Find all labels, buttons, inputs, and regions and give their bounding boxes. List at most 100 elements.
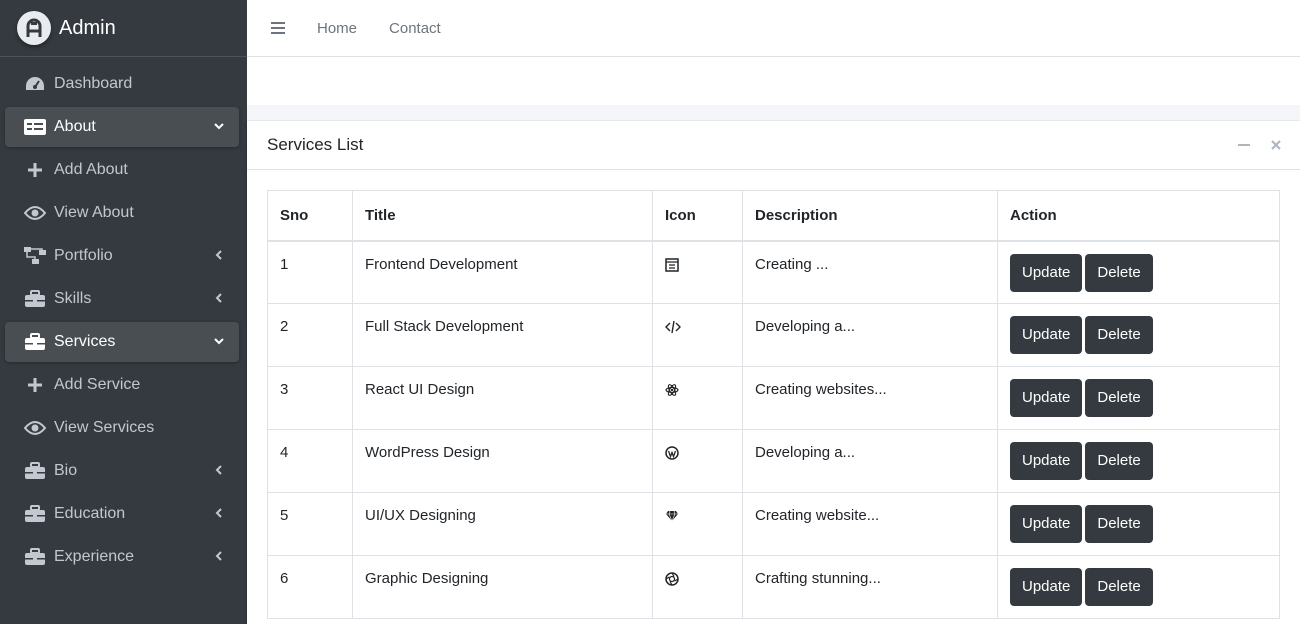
column-header-icon: Icon [652, 190, 743, 242]
cell-sno: 1 [267, 240, 353, 304]
table-row: 1 Frontend Development Creating ... Upda… [267, 240, 1280, 304]
nav-link-home[interactable]: Home [317, 20, 357, 37]
cell-action: Update Delete [997, 555, 1280, 619]
cell-description: Developing a... [742, 303, 998, 367]
sidebar-item-label: Add About [54, 161, 128, 178]
cell-description: Creating websites... [742, 366, 998, 430]
sidebar-item-add-service[interactable]: Add Service [5, 365, 239, 405]
sidebar: Admin Dashboard About Add About View Abo… [0, 0, 247, 624]
sidebar-item-portfolio[interactable]: Portfolio [5, 236, 239, 276]
sidebar-item-about[interactable]: About [5, 107, 239, 147]
sidebar-item-label: Portfolio [54, 247, 113, 264]
sidebar-item-bio[interactable]: Bio [5, 451, 239, 491]
sidebar-item-services[interactable]: Services [5, 322, 239, 362]
menu-toggle-icon[interactable] [271, 22, 285, 34]
sitemap-icon [23, 246, 47, 266]
react-atom-icon [665, 383, 679, 397]
sidebar-item-view-about[interactable]: View About [5, 193, 239, 233]
cell-icon [652, 429, 743, 493]
aperture-icon [665, 572, 679, 586]
brand-logo [17, 11, 51, 45]
delete-button[interactable]: Delete [1085, 505, 1153, 543]
table-row: 3 React UI Design Creating websites... U… [267, 366, 1280, 430]
sidebar-item-label: Bio [54, 462, 78, 479]
sidebar-item-label: Education [54, 505, 126, 522]
plus-icon [23, 160, 47, 180]
sidebar-item-skills[interactable]: Skills [5, 279, 239, 319]
cell-sno: 4 [267, 429, 353, 493]
code-icon [665, 320, 681, 334]
table-header-row: Sno Title Icon Description Action [267, 190, 1280, 242]
close-icon[interactable] [1270, 139, 1282, 151]
card-title: Services List [267, 135, 364, 154]
briefcase-icon [23, 504, 47, 524]
update-button[interactable]: Update [1010, 442, 1083, 480]
table-row: 6 Graphic Designing Crafting stunning...… [267, 555, 1280, 619]
update-button[interactable]: Update [1010, 505, 1083, 543]
services-card: Services List Sno Title Icon Description… [247, 121, 1300, 624]
cell-title: UI/UX Designing [352, 492, 653, 556]
delete-button[interactable]: Delete [1085, 568, 1153, 606]
sidebar-item-label: View Services [54, 419, 155, 436]
sidebar-item-add-about[interactable]: Add About [5, 150, 239, 190]
collapse-icon[interactable] [1238, 139, 1250, 151]
update-button[interactable]: Update [1010, 253, 1083, 292]
brand-link[interactable]: Admin [0, 0, 247, 57]
table-row: 5 UI/UX Designing Creating website... Up… [267, 492, 1280, 556]
cell-sno: 2 [267, 303, 353, 367]
table-row: 2 Full Stack Development Developing a...… [267, 303, 1280, 367]
eye-icon [23, 418, 47, 438]
sidebar-item-label: About [54, 118, 96, 135]
brand-name: Admin [59, 16, 116, 39]
sidebar-item-label: Services [54, 333, 116, 350]
cell-action: Update Delete [997, 429, 1280, 493]
sidebar-item-label: Experience [54, 548, 135, 565]
sidebar-item-label: Dashboard [54, 75, 133, 92]
column-header-description: Description [742, 190, 998, 242]
cell-title: React UI Design [352, 366, 653, 430]
sidebar-item-experience[interactable]: Experience [5, 537, 239, 577]
cell-title: Full Stack Development [352, 303, 653, 367]
cell-description: Crafting stunning... [742, 555, 998, 619]
cell-icon [652, 240, 743, 304]
nav-link-contact[interactable]: Contact [389, 20, 441, 37]
sidebar-item-label: Add Service [54, 376, 141, 393]
services-table: Sno Title Icon Description Action 1 Fron… [267, 190, 1280, 619]
chevron-left-icon [213, 463, 225, 481]
sidebar-item-dashboard[interactable]: Dashboard [5, 64, 239, 104]
chevron-down-icon [213, 119, 225, 137]
sidebar-item-view-services[interactable]: View Services [5, 408, 239, 448]
briefcase-icon [23, 461, 47, 481]
chevron-left-icon [213, 248, 225, 266]
update-button[interactable]: Update [1010, 568, 1083, 606]
delete-button[interactable]: Delete [1085, 442, 1153, 480]
cell-title: Graphic Designing [352, 555, 653, 619]
cell-title: Frontend Development [352, 240, 653, 304]
eye-icon [23, 203, 47, 223]
column-header-title: Title [352, 190, 653, 242]
delete-button[interactable]: Delete [1085, 253, 1153, 292]
delete-button[interactable]: Delete [1085, 379, 1153, 417]
briefcase-icon [23, 289, 47, 309]
id-card-icon [23, 117, 47, 137]
cell-action: Update Delete [997, 303, 1280, 367]
gem-icon [665, 509, 679, 523]
cell-description: Creating website... [742, 492, 998, 556]
sidebar-nav: Dashboard About Add About View About Por… [0, 57, 247, 577]
update-button[interactable]: Update [1010, 316, 1083, 354]
cell-sno: 3 [267, 366, 353, 430]
chevron-left-icon [213, 291, 225, 309]
update-button[interactable]: Update [1010, 379, 1083, 417]
sidebar-item-education[interactable]: Education [5, 494, 239, 534]
cell-description: Creating ... [742, 240, 998, 304]
delete-button[interactable]: Delete [1085, 316, 1153, 354]
briefcase-icon [23, 547, 47, 567]
card-header: Services List [247, 121, 1300, 170]
column-header-action: Action [997, 190, 1280, 242]
chevron-left-icon [213, 506, 225, 524]
tachometer-icon [23, 74, 47, 94]
content-header [247, 57, 1300, 105]
cell-icon [652, 303, 743, 367]
cell-icon [652, 555, 743, 619]
briefcase-icon [23, 332, 47, 352]
